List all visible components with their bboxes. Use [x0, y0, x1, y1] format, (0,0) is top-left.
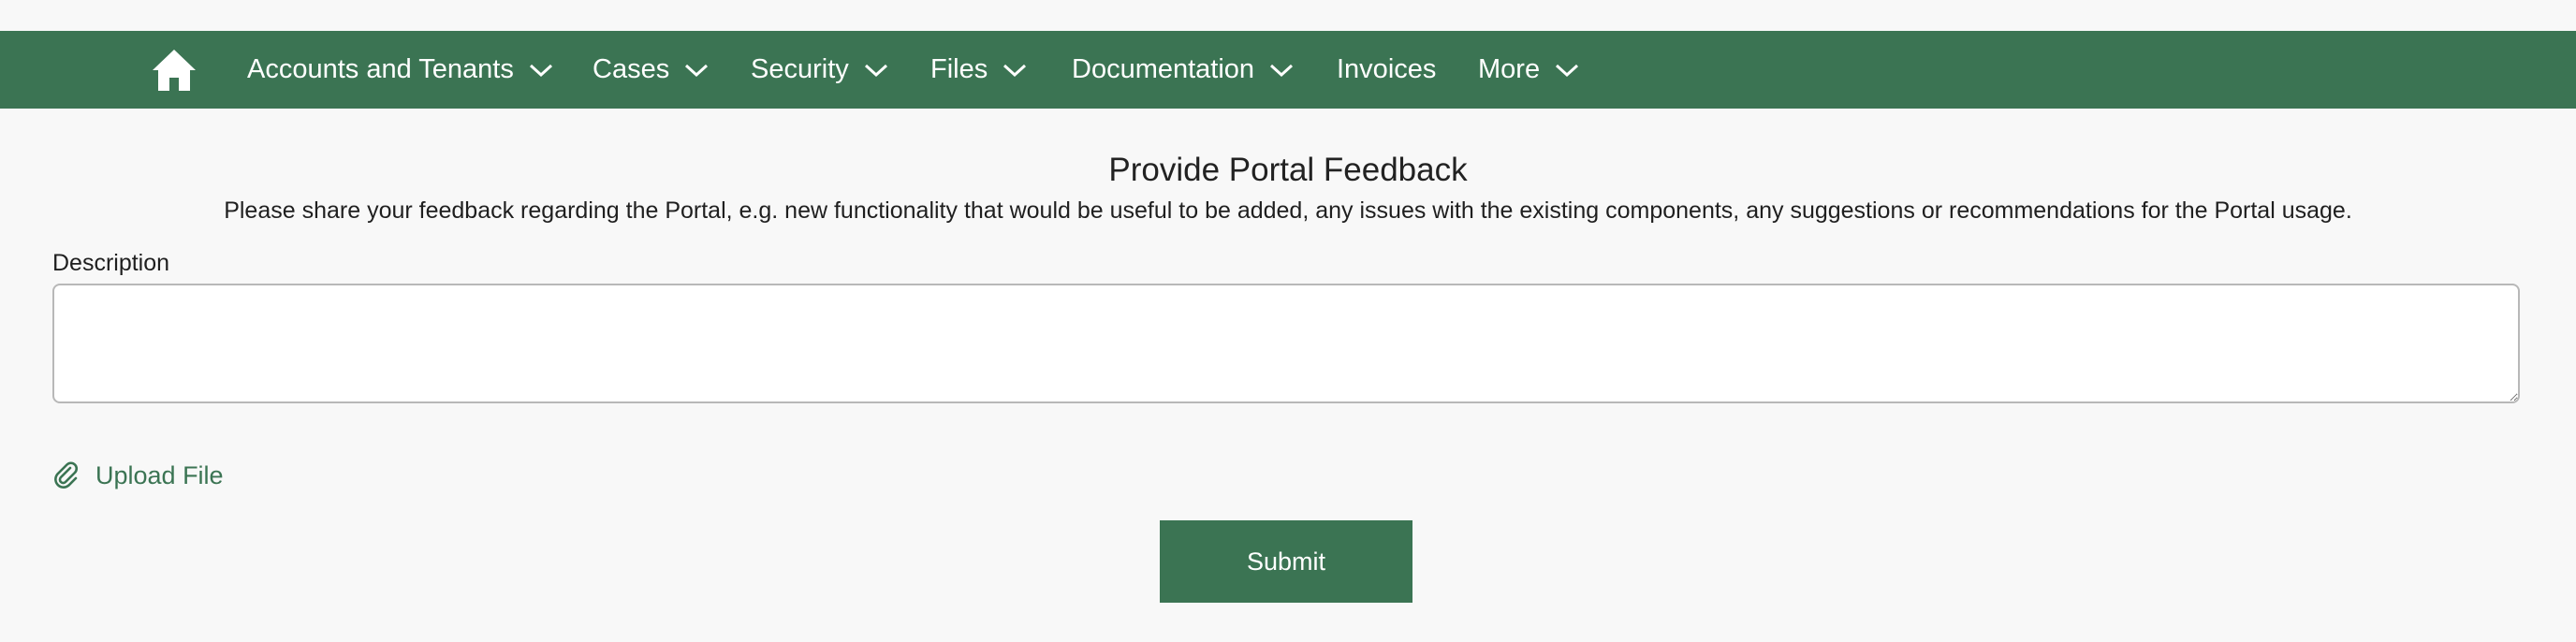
nav-item-security[interactable]: Security	[751, 31, 888, 109]
description-label: Description	[52, 250, 170, 276]
upload-file-label: Upload File	[95, 460, 224, 489]
nav-item-label: Invoices	[1337, 54, 1437, 84]
nav-item-invoices[interactable]: Invoices	[1337, 31, 1436, 109]
chevron-down-icon	[1003, 64, 1027, 77]
home-icon[interactable]	[150, 46, 198, 95]
chevron-down-icon	[1556, 64, 1579, 77]
nav-item-label: More	[1478, 54, 1541, 84]
chevron-down-icon	[1270, 64, 1294, 77]
nav-item-label: Accounts and Tenants	[247, 54, 514, 84]
chevron-down-icon	[864, 64, 887, 77]
upload-file-link[interactable]: Upload File	[52, 457, 224, 494]
chevron-down-icon	[529, 64, 552, 77]
chevron-down-icon	[685, 64, 709, 77]
page-title: Provide Portal Feedback	[1108, 152, 1468, 188]
submit-button[interactable]: Submit	[1160, 520, 1412, 603]
feedback-instructions: Please share your feedback regarding the…	[224, 197, 2352, 224]
nav-item-label: Files	[930, 54, 988, 84]
nav-item-documentation[interactable]: Documentation	[1072, 31, 1294, 109]
nav-item-accounts-and-tenants[interactable]: Accounts and Tenants	[247, 31, 553, 109]
paperclip-icon	[54, 461, 78, 489]
nav-item-more[interactable]: More	[1478, 31, 1579, 109]
nav-item-cases[interactable]: Cases	[593, 31, 709, 109]
nav-item-label: Cases	[593, 54, 670, 84]
description-textarea[interactable]	[52, 284, 2520, 403]
nav-item-label: Documentation	[1072, 54, 1255, 84]
nav-item-label: Security	[751, 54, 849, 84]
nav-item-files[interactable]: Files	[930, 31, 1027, 109]
top-navigation-bar: Accounts and Tenants Cases Security File…	[0, 31, 2576, 109]
